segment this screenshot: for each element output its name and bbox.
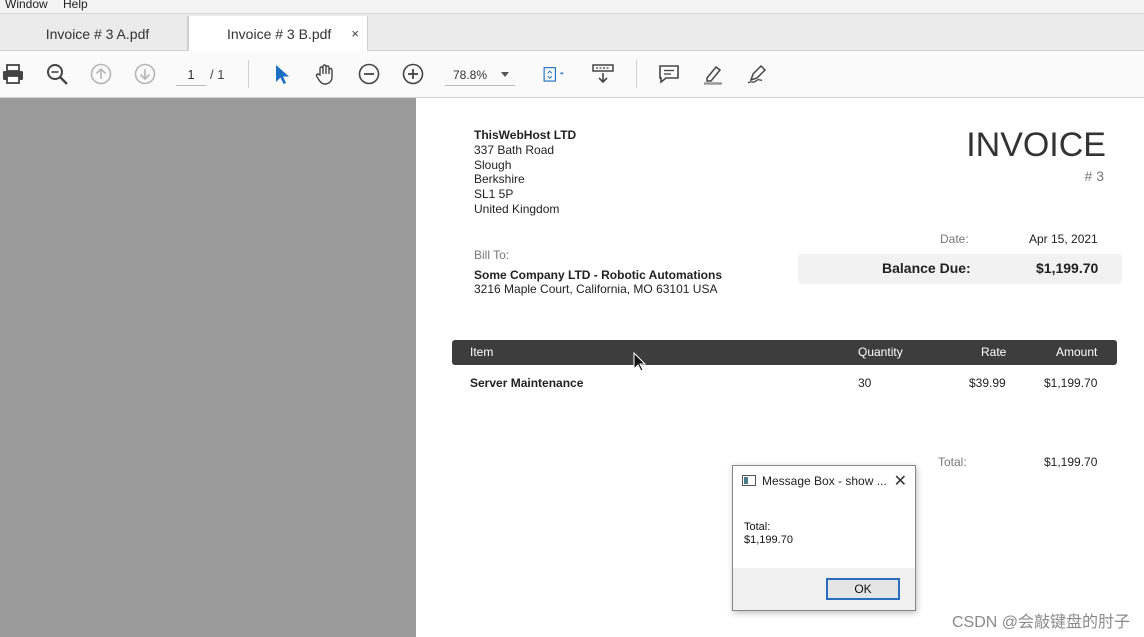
zoom-level-select[interactable]: 78.8% <box>445 64 515 86</box>
company-address-line: 337 Bath Road <box>474 143 555 157</box>
tab-bar: Invoice # 3 A.pdf Invoice # 3 B.pdf × <box>0 14 1144 52</box>
date-value: Apr 15, 2021 <box>1029 232 1098 246</box>
row-item: Server Maintenance <box>470 376 584 390</box>
header-amount: Amount <box>1056 345 1098 359</box>
company-address-line: United Kingdom <box>474 202 560 216</box>
toolbar-divider <box>636 60 637 88</box>
invoice-title: INVOICE <box>966 126 1106 164</box>
watermark-text: CSDN @会敲键盘的肘子 <box>951 614 1130 631</box>
menu-help[interactable]: Help <box>63 0 88 11</box>
next-page-icon[interactable] <box>132 61 158 87</box>
highlight-icon[interactable] <box>700 61 726 87</box>
row-quantity: 30 <box>858 376 872 390</box>
toolbar: 1 / 1 78.8% <box>0 51 1144 98</box>
menu-bar: Window Help <box>0 0 1144 14</box>
company-address-line: SL1 5P <box>474 187 514 201</box>
total-label: Total: <box>938 455 967 469</box>
row-rate: $39.99 <box>969 376 1006 390</box>
select-cursor-icon[interactable] <box>268 61 294 87</box>
tab-label: Invoice # 3 A.pdf <box>45 25 150 42</box>
balance-due-value: $1,199.70 <box>1036 260 1099 276</box>
items-table-header: Item Quantity Rate Amount <box>452 340 1117 365</box>
sign-pen-icon[interactable] <box>744 61 770 87</box>
bill-to-address: 3216 Maple Court, California, MO 63101 U… <box>474 282 718 296</box>
scroll-mode-icon[interactable] <box>590 61 616 87</box>
header-rate: Rate <box>981 345 1007 359</box>
dialog-title: Message Box - show ... <box>762 474 887 488</box>
row-amount: $1,199.70 <box>1044 376 1098 390</box>
zoom-search-icon[interactable] <box>44 61 70 87</box>
message-line-2: $1,199.70 <box>744 534 793 546</box>
header-quantity: Quantity <box>858 345 903 359</box>
document-side-pane <box>0 98 416 637</box>
tab-invoice-b[interactable]: Invoice # 3 B.pdf × <box>188 16 368 52</box>
invoice-number: # 3 <box>1084 168 1104 184</box>
dialog-body: Total: $1,199.70 <box>733 496 915 568</box>
fit-page-icon[interactable] <box>536 61 572 87</box>
company-name: ThisWebHost LTD <box>474 128 577 142</box>
comment-icon[interactable] <box>656 61 682 87</box>
dialog-title-bar: Message Box - show ... ✕ <box>733 466 915 496</box>
toolbar-divider <box>248 60 249 88</box>
tab-label: Invoice # 3 B.pdf <box>227 26 332 42</box>
tab-invoice-a[interactable]: Invoice # 3 A.pdf <box>8 16 188 51</box>
zoom-level-value: 78.8% <box>453 68 488 82</box>
bill-to-label: Bill To: <box>474 248 510 262</box>
header-item: Item <box>470 345 494 359</box>
page-number-input[interactable]: 1 <box>176 64 206 86</box>
total-value: $1,199.70 <box>1044 455 1098 469</box>
menu-window[interactable]: Window <box>5 0 48 11</box>
ok-button[interactable]: OK <box>826 578 900 600</box>
window-app-icon <box>742 475 756 486</box>
message-box-dialog: Message Box - show ... ✕ Total: $1,199.7… <box>732 465 916 611</box>
page-total: / 1 <box>210 67 225 82</box>
balance-due-label: Balance Due: <box>882 260 971 276</box>
previous-page-icon[interactable] <box>88 61 114 87</box>
zoom-in-icon[interactable] <box>400 61 426 87</box>
close-tab-icon[interactable]: × <box>351 26 359 41</box>
print-icon[interactable] <box>0 61 26 87</box>
bill-to-name: Some Company LTD - Robotic Automations <box>474 268 722 282</box>
chevron-down-icon <box>501 72 509 77</box>
close-icon[interactable]: ✕ <box>894 471 907 491</box>
company-address-line: Berkshire <box>474 172 525 186</box>
date-label: Date: <box>940 232 969 246</box>
company-address-line: Slough <box>474 158 512 172</box>
hand-tool-icon[interactable] <box>312 61 338 87</box>
zoom-out-icon[interactable] <box>356 61 382 87</box>
message-line-1: Total: <box>744 521 771 533</box>
mouse-cursor-icon <box>633 351 647 377</box>
